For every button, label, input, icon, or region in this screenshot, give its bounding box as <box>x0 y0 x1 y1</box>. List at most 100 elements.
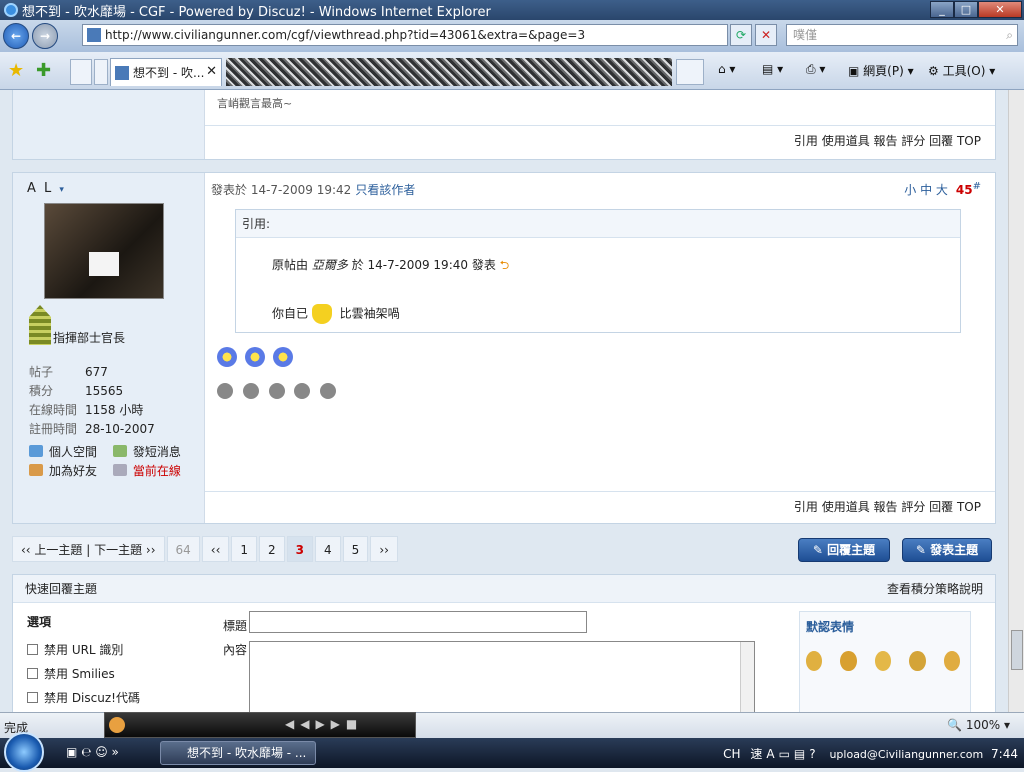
media-player-bar: ◀◀▶▶■ <box>104 712 416 738</box>
stat-posts: 帖子 677 <box>29 365 108 379</box>
page-last[interactable]: ›› <box>370 536 398 562</box>
add-friend-link[interactable]: 加為好友 <box>29 462 109 479</box>
favicon-icon <box>87 28 101 42</box>
tab-current[interactable]: 想不到 - 吹... ✕ <box>110 58 222 86</box>
page-3-current[interactable]: 3 <box>286 536 314 562</box>
taskbar-ie-window[interactable]: 想不到 - 吹水靡場 - ... <box>160 741 316 765</box>
grey-smiley-icon <box>320 383 337 399</box>
quote-text: 你自已 比雲袖架喎 <box>272 304 400 324</box>
page-menu[interactable]: ▣ 網頁(P) ▾ <box>848 62 914 79</box>
zoom-control[interactable]: 🔍 100% ▾ <box>947 718 1010 732</box>
stat-points: 積分 15565 <box>29 384 124 398</box>
system-tray: CH 速A▭▤? upload@Civiliangunner.com 7:44 <box>723 745 1018 762</box>
quick-reply-header: 快速回覆主題 查看積分策略說明 <box>13 575 995 603</box>
new-tab-button[interactable] <box>676 59 704 85</box>
post-meta: 發表於 14-7-2009 19:42 只看該作者 <box>211 183 416 197</box>
emoticon-icon[interactable] <box>840 651 857 671</box>
subject-input[interactable] <box>249 611 587 633</box>
tab-close-icon[interactable]: ✕ <box>206 64 217 79</box>
favorites-star-icon[interactable]: ★ <box>8 60 24 81</box>
page-4[interactable]: 4 <box>315 536 341 562</box>
print-icon[interactable]: ⎙ ▾ <box>806 62 825 77</box>
grey-smiley-icon <box>217 383 233 399</box>
content-textarea[interactable] <box>249 641 755 712</box>
emoticon-icon[interactable] <box>874 651 892 671</box>
emoticon-panel: 默認表情 <box>799 611 971 712</box>
flower-smiley-icon <box>244 347 265 367</box>
emoticon-icon[interactable] <box>943 651 961 671</box>
maximize-button[interactable]: □ <box>954 1 978 18</box>
subject-label: 標題 <box>223 619 248 633</box>
quote-source: 原帖由 亞爾多 於 14-7-2009 19:40 發表 ⮌ <box>272 258 510 272</box>
previous-post-actions[interactable]: 引用 使用道具 報告 評分 回覆 TOP <box>205 125 995 155</box>
checkbox <box>27 668 38 679</box>
page-2[interactable]: 2 <box>259 536 285 562</box>
post-actions[interactable]: 引用 使用道具 報告 評分 回覆 TOP <box>205 491 995 521</box>
user-sidebar: A L ▾ 指揮部士官長 帖子 677 積分 15565 在線時間 1158 小時 註… <box>13 173 205 523</box>
stat-register-date: 註冊時間 28-10-2007 <box>29 422 155 436</box>
floor-number: 45 <box>955 183 973 197</box>
tab-list-icon[interactable] <box>94 59 108 85</box>
page-scrollbar[interactable] <box>1008 90 1024 712</box>
message-icon <box>112 445 127 457</box>
close-button[interactable]: ✕ <box>978 1 1022 18</box>
add-favorite-icon[interactable]: ✚ <box>36 60 51 81</box>
username[interactable]: A L ▾ <box>27 181 66 196</box>
emoticon-icon[interactable] <box>806 651 823 671</box>
previous-post: 言峭觀言最高~ 引用 使用道具 報告 評分 回覆 TOP <box>12 90 996 160</box>
forward-button[interactable]: → <box>32 23 58 49</box>
taskbar: ▣ ℮ ☺ » 想不到 - 吹水靡場 - ... CH 速A▭▤? upload… <box>0 732 1024 772</box>
checkbox <box>27 644 38 655</box>
avatar[interactable] <box>44 203 164 299</box>
textarea-scrollbar[interactable] <box>740 642 754 712</box>
address-bar: ← → http://www.civiliangunner.com/cgf/vi… <box>0 20 1024 52</box>
goto-post-icon[interactable]: ⮌ <box>500 258 510 272</box>
new-thread-button[interactable]: ✎ 發表主題 <box>902 538 992 562</box>
previous-post-text: 言峭觀言最高~ <box>217 97 293 110</box>
refresh-icon[interactable]: ⟳ <box>730 24 752 46</box>
user-rank: 指揮部士官長 <box>53 331 126 345</box>
url-input[interactable]: http://www.civiliangunner.com/cgf/viewth… <box>82 24 728 46</box>
language-indicator[interactable]: CH <box>723 747 740 761</box>
add-friend-icon <box>29 464 43 476</box>
stop-icon[interactable]: ✕ <box>755 24 777 46</box>
space-link[interactable]: 個人空間 <box>29 443 109 460</box>
window-titlebar: 想不到 - 吹水靡場 - CGF - Powered by Discuz! - … <box>0 0 1024 20</box>
tools-menu[interactable]: ⚙ 工具(O) ▾ <box>928 62 995 79</box>
search-input[interactable]: 噗僅 ⌕ <box>786 24 1018 46</box>
reply-button[interactable]: ✎ 回覆主題 <box>798 538 890 562</box>
tray-icons[interactable]: 速A▭▤? <box>750 747 819 761</box>
prev-next-thread[interactable]: ‹‹ 上一主題 | 下一主題 ›› <box>12 536 165 562</box>
grey-smiley-icon <box>242 383 259 399</box>
option-disable-discuz-code[interactable]: 禁用 Discuz!代碼 <box>27 689 140 706</box>
page-1[interactable]: 1 <box>231 536 258 562</box>
start-button[interactable] <box>4 732 44 772</box>
pm-link[interactable]: 發短消息 <box>112 443 181 460</box>
points-policy-link[interactable]: 查看積分策略說明 <box>887 575 983 603</box>
emoticon-icon[interactable] <box>909 651 926 671</box>
checkbox <box>27 692 38 703</box>
font-size-links[interactable]: 小 中 大 45# <box>904 181 981 198</box>
option-disable-url[interactable]: 禁用 URL 識別 <box>27 641 123 658</box>
stat-online-time: 在線時間 1158 小時 <box>29 403 144 417</box>
only-author-link[interactable]: 只看該作者 <box>355 183 415 197</box>
feeds-icon[interactable]: ▤ ▾ <box>762 62 783 76</box>
options-label: 選項 <box>27 615 52 629</box>
player-controls[interactable]: ◀◀▶▶■ <box>285 717 363 731</box>
clock[interactable]: 7:44 <box>991 747 1018 761</box>
page-first[interactable]: ‹‹ <box>201 536 230 562</box>
pager: ‹‹ 上一主題 | 下一主題 ›› 64 ‹‹ 1 2 3 4 5 ›› <box>12 536 400 562</box>
search-icon[interactable]: ⌕ <box>1006 25 1013 45</box>
minimize-button[interactable]: _ <box>930 1 954 18</box>
page-5[interactable]: 5 <box>342 536 369 562</box>
quicklaunch-icons[interactable]: ▣ ℮ ☺ » <box>66 745 119 759</box>
back-button[interactable]: ← <box>3 23 29 49</box>
page-total: 64 <box>166 536 200 562</box>
quick-tabs-icon[interactable] <box>70 59 92 85</box>
page-content: 言峭觀言最高~ 引用 使用道具 報告 評分 回覆 TOP A L ▾ 指揮部士官… <box>0 90 1008 712</box>
home-icon[interactable]: ⌂ ▾ <box>718 62 735 76</box>
option-disable-smilies[interactable]: 禁用 Smilies <box>27 665 115 682</box>
previous-post-side <box>13 90 205 159</box>
rank-chevron-icon <box>29 305 51 345</box>
scrollbar-thumb[interactable] <box>1011 630 1023 670</box>
